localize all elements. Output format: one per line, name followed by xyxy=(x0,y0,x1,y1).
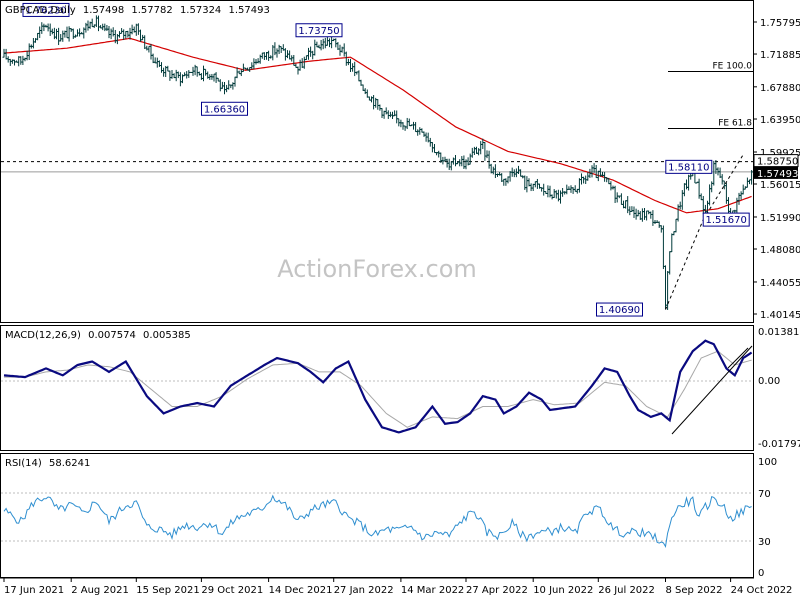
current-price-tag-label: 1.57493 xyxy=(757,169,798,180)
watermark: ActionForex.com xyxy=(277,255,477,283)
rsi-title-label: RSI(14) xyxy=(5,458,42,469)
price-label-text: 1.51670 xyxy=(706,215,747,226)
macd-tick-zero: 0.00 xyxy=(758,376,780,387)
rsi-tick-100: 100 xyxy=(758,457,777,468)
chart-header: GBPCAD,Daily 1.57498 1.57782 1.57324 1.5… xyxy=(5,5,270,16)
time-tick-label: 8 Sep 2022 xyxy=(666,585,723,596)
time-tick-label: 17 Jun 2021 xyxy=(4,585,64,596)
ohlc-low: 1.57324 xyxy=(180,5,221,16)
macd-title: MACD(12,26,9) 0.007574 0.005385 xyxy=(5,330,191,341)
time-tick-label: 27 Jan 2022 xyxy=(334,585,394,596)
price-tick-label: 1.56015 xyxy=(760,180,800,191)
level-price-tag-label: 1.58750 xyxy=(757,157,798,168)
macd-tick-bottom: -0.017973 xyxy=(758,439,800,450)
time-tick-label: 27 Apr 2022 xyxy=(466,585,528,596)
macd-title-label: MACD(12,26,9) xyxy=(5,330,81,341)
price-tick-label: 1.63950 xyxy=(760,115,800,126)
price-label-text: 1.73750 xyxy=(298,26,339,37)
price-label-text: 1.40690 xyxy=(599,305,640,316)
rsi-tick-70: 70 xyxy=(758,489,771,500)
rsi-value: 58.6241 xyxy=(49,458,90,469)
price-tick-label: 1.40145 xyxy=(760,310,800,321)
price-tick-label: 1.51990 xyxy=(760,213,800,224)
time-tick-label: 10 Jun 2022 xyxy=(533,585,593,596)
time-tick-label: 14 Dec 2021 xyxy=(269,585,333,596)
rsi-pane: RSI(14) 58.6241 xyxy=(0,453,754,578)
price-label-text: 1.58110 xyxy=(668,162,709,173)
time-tick-label: 14 Mar 2022 xyxy=(401,585,464,596)
rsi-tick-30: 30 xyxy=(758,537,771,548)
ohlc-high: 1.57782 xyxy=(131,5,172,16)
price-tick-label: 1.44055 xyxy=(760,278,800,289)
symbol-label: GBPCAD,Daily xyxy=(5,5,76,16)
time-tick-label: 29 Oct 2021 xyxy=(201,585,263,596)
fibo-label: FE 61.8 xyxy=(718,118,752,128)
rsi-tick-0: 0 xyxy=(758,568,764,579)
time-tick-label: 26 Jul 2022 xyxy=(598,585,655,596)
price-tick-label: 1.71885 xyxy=(760,50,800,61)
time-tick-label: 2 Aug 2021 xyxy=(71,585,129,596)
time-tick-label: 24 Oct 2022 xyxy=(731,585,793,596)
price-pane: ActionForex.com FE 100.0FE 61.8 1.762301… xyxy=(0,0,754,323)
price-tick-label: 1.48080 xyxy=(760,245,800,256)
price-tick-label: 1.75795 xyxy=(760,18,800,29)
price-label-text: 1.66360 xyxy=(204,104,245,115)
chart-window: ActionForex.com FE 100.0 FE 61.8 1.76230 1… xyxy=(0,0,800,600)
time-tick-label: 15 Sep 2021 xyxy=(136,585,199,596)
chart-canvas: ActionForex.com FE 100.0FE 61.8 1.762301… xyxy=(0,0,800,600)
price-tick-label: 1.67880 xyxy=(760,83,800,94)
ohlc-open: 1.57498 xyxy=(83,5,124,16)
fibo-label: FE 100.0 xyxy=(713,62,753,72)
macd-tick-top: 0.013816 xyxy=(758,327,800,338)
macd-pane: MACD(12,26,9) 0.007574 0.005385 xyxy=(0,325,754,451)
macd-signal-value: 0.005385 xyxy=(143,330,191,341)
ohlc-close: 1.57493 xyxy=(228,5,269,16)
macd-value: 0.007574 xyxy=(88,330,136,341)
